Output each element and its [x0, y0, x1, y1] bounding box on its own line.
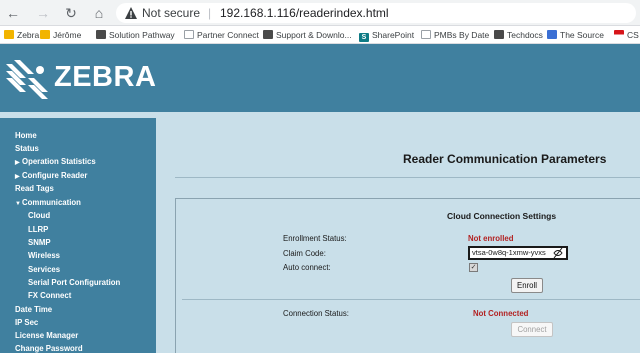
- expand-arrow-icon[interactable]: ▶: [15, 173, 22, 180]
- sidebar-item-home[interactable]: Home: [15, 131, 37, 140]
- sidebar-item-label: Read Tags: [15, 184, 54, 193]
- sidebar-item-label: LLRP: [28, 225, 49, 234]
- section-title: Cloud Connection Settings: [447, 211, 557, 221]
- title-divider: [175, 177, 640, 178]
- sidebar-item-label: Cloud: [28, 211, 51, 220]
- flag-icon: [614, 30, 624, 39]
- sidebar-item-communication[interactable]: ▼Communication: [15, 198, 81, 207]
- connection-status-value: Not Connected: [473, 309, 529, 318]
- sidebar-item-operation-statistics[interactable]: ▶ Operation Statistics: [15, 157, 96, 166]
- page-icon: [421, 30, 431, 39]
- bookmark-icon: [96, 30, 106, 39]
- bookmark-sharepoint[interactable]: S SharePoint: [359, 28, 414, 42]
- enrollment-status-label: Enrollment Status:: [283, 234, 347, 243]
- sharepoint-icon: S: [359, 33, 369, 42]
- page-icon: [184, 30, 194, 39]
- sidebar-item-label: Services: [28, 265, 61, 274]
- address-bar[interactable]: Not secure | 192.168.1.116/readerindex.h…: [116, 3, 636, 23]
- sidebar-item-label: Wireless: [28, 251, 61, 260]
- expand-arrow-icon[interactable]: ▶: [15, 159, 22, 166]
- bookmark-label: PMBs By Date: [434, 30, 490, 40]
- warning-icon[interactable]: [124, 6, 138, 20]
- bookmark-cs[interactable]: CS: [614, 28, 639, 42]
- bookmark-solution-pathway[interactable]: Solution Pathway: [96, 28, 175, 42]
- bookmark-partner-connect[interactable]: Partner Connect: [184, 28, 259, 42]
- sidebar-item-label: Status: [15, 144, 39, 153]
- back-icon[interactable]: ←: [4, 4, 22, 22]
- browser-toolbar: ← → ↻ ⌂ Not secure | 192.168.1.116/reade…: [0, 0, 640, 26]
- sidebar-item-services[interactable]: Services: [28, 265, 60, 274]
- sidebar-item-label: FX Connect: [28, 291, 72, 300]
- sidebar-item-llrp[interactable]: LLRP: [28, 225, 48, 234]
- reload-icon[interactable]: ↻: [62, 4, 80, 22]
- bookmark-zebra[interactable]: Zebra: [4, 28, 39, 42]
- sidebar-item-read-tags[interactable]: Read Tags: [15, 184, 54, 193]
- omnibox-separator: |: [208, 6, 212, 20]
- bookmark-label: SharePoint: [372, 30, 415, 40]
- bookmarks-bar: Zebra Jérôme Solution Pathway Partner Co…: [0, 26, 640, 44]
- sidebar-item-label: SNMP: [28, 238, 51, 247]
- collapse-arrow-icon[interactable]: ▼: [15, 201, 22, 207]
- sidebar-item-label: Operation Statistics: [22, 157, 96, 166]
- bookmark-label: The Source: [560, 30, 604, 40]
- bookmark-label: Partner Connect: [197, 30, 259, 40]
- sidebar-item-label: Date Time: [15, 305, 53, 314]
- sidebar-item-ip-sec[interactable]: IP Sec: [15, 318, 38, 327]
- url-text[interactable]: 192.168.1.116/readerindex.html: [220, 6, 389, 20]
- text-cursor-icon: [553, 247, 563, 259]
- auto-connect-label: Auto connect:: [283, 263, 331, 272]
- security-label[interactable]: Not secure: [142, 6, 200, 20]
- folder-icon: [40, 30, 50, 39]
- sidebar-item-serial-port-configuration[interactable]: Serial Port Configuration: [28, 278, 120, 287]
- bookmark-the-source[interactable]: The Source: [547, 28, 604, 42]
- sidebar-item-change-password[interactable]: Change Password: [15, 344, 83, 353]
- bookmark-icon: [494, 30, 504, 39]
- brand-name: ZEBRA: [54, 61, 157, 93]
- bookmark-icon: [263, 30, 273, 39]
- sidebar-item-label: Serial Port Configuration: [28, 278, 121, 287]
- bookmark-pmbs-by-date[interactable]: PMBs By Date: [421, 28, 489, 42]
- cloud-settings-panel: [175, 198, 640, 353]
- source-icon: [547, 30, 557, 39]
- sidebar-item-label: Change Password: [15, 344, 83, 353]
- bookmark-techdocs[interactable]: Techdocs: [494, 28, 543, 42]
- enrollment-status-value: Not enrolled: [468, 234, 514, 243]
- bookmark-jerome[interactable]: Jérôme: [40, 28, 81, 42]
- section-divider: [182, 299, 640, 300]
- sidebar-item-cloud[interactable]: Cloud: [28, 211, 50, 220]
- sidebar-item-label: Home: [15, 131, 37, 140]
- sidebar-item-date-time[interactable]: Date Time: [15, 305, 52, 314]
- claim-code-label: Claim Code:: [283, 249, 326, 258]
- bookmark-support-downloads[interactable]: Support & Downlo...: [263, 28, 352, 42]
- bookmark-label: Support & Downlo...: [276, 30, 352, 40]
- sidebar-item-configure-reader[interactable]: ▶ Configure Reader: [15, 171, 87, 180]
- sidebar-item-label: Configure Reader: [22, 171, 88, 180]
- connect-button[interactable]: Connect: [511, 322, 553, 337]
- auto-connect-checkbox[interactable]: ✓: [469, 263, 478, 272]
- sidebar-item-label: IP Sec: [15, 318, 39, 327]
- bookmark-label: Techdocs: [507, 30, 543, 40]
- bookmark-label: CS: [627, 30, 639, 40]
- bookmark-label: Zebra: [17, 30, 40, 40]
- zebra-logo-icon: [6, 60, 48, 99]
- bookmark-label: Jérôme: [53, 30, 82, 40]
- home-icon[interactable]: ⌂: [90, 4, 108, 22]
- forward-icon[interactable]: →: [34, 4, 52, 22]
- enroll-button[interactable]: Enroll: [511, 278, 543, 293]
- page-title: Reader Communication Parameters: [403, 152, 607, 166]
- folder-icon: [4, 30, 14, 39]
- sidebar-item-snmp[interactable]: SNMP: [28, 238, 51, 247]
- sidebar-item-label: License Manager: [15, 331, 79, 340]
- sidebar-item-wireless[interactable]: Wireless: [28, 251, 60, 260]
- connection-status-label: Connection Status:: [283, 309, 349, 318]
- bookmark-label: Solution Pathway: [109, 30, 175, 40]
- sidebar-item-license-manager[interactable]: License Manager: [15, 331, 78, 340]
- sidebar-item-label: Communication: [22, 198, 81, 207]
- sidebar-item-status[interactable]: Status: [15, 144, 39, 153]
- sidebar-item-fx-connect[interactable]: FX Connect: [28, 291, 71, 300]
